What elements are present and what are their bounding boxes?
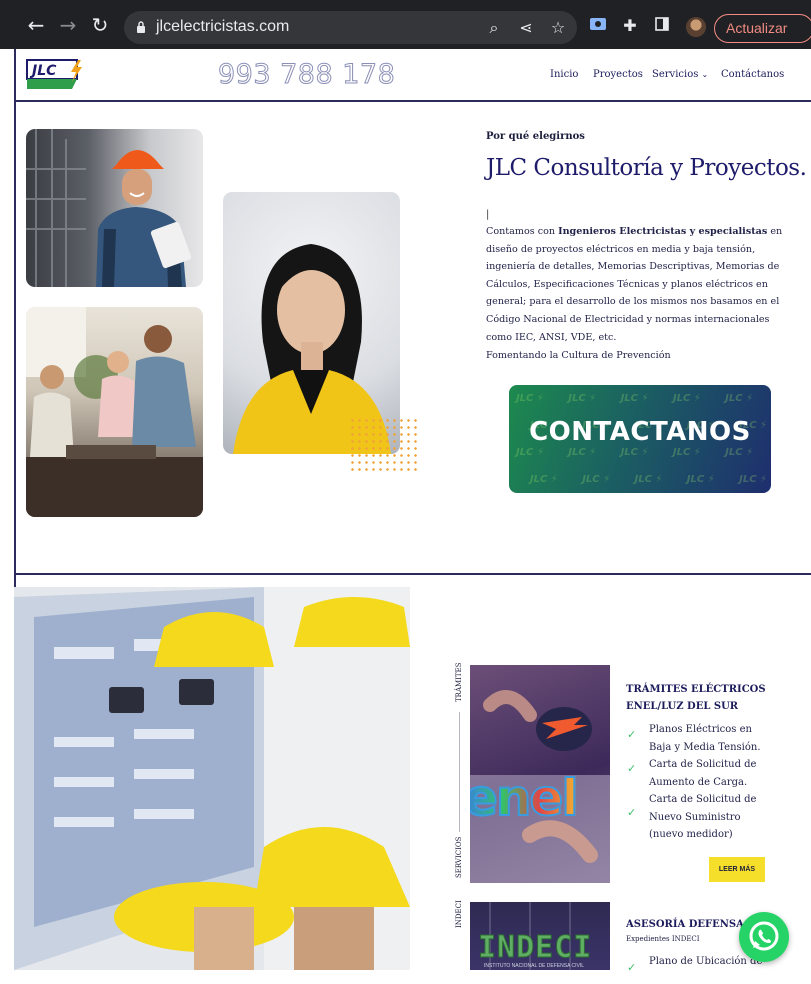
nav-item-contactanos[interactable]: Contáctanos (721, 69, 784, 80)
side-label-indeci: INDECI (455, 900, 463, 928)
text-cursor: | (486, 209, 490, 220)
update-browser-button[interactable]: Actualizar (714, 14, 811, 43)
url-text[interactable]: jlcelectricistas.com (156, 18, 289, 36)
share-icon[interactable]: ⋖ (516, 18, 536, 38)
profile-avatar[interactable] (686, 17, 706, 37)
site-header: JLC 993 788 178 Inicio Proyectos Servici… (14, 49, 811, 102)
whatsapp-icon (749, 921, 779, 951)
jlc-logo[interactable]: JLC (26, 58, 84, 91)
chevron-down-icon: ⌄ (701, 70, 709, 79)
service-title-line1: TRÁMITES ELÉCTRICOS (626, 684, 766, 695)
service-list-tramites: ✓ Planos Eléctricos en Baja y Media Tens… (626, 721, 761, 844)
forward-arrow-icon[interactable]: → (56, 13, 80, 37)
item-line: Baja y Media Tensión. (649, 741, 761, 753)
check-icon: ✓ (627, 806, 637, 819)
phone-number[interactable]: 993 788 178 (217, 59, 395, 91)
service-caption-indeci: Expedientes INDECI (626, 935, 700, 943)
intro-heading: JLC Consultoría y Proyectos. (486, 155, 807, 181)
indeci-brand-text: INDECI (477, 930, 593, 966)
item-line: Nuevo Suministro (649, 811, 741, 823)
screen-cast-icon[interactable] (588, 16, 608, 36)
item-line: Planos Eléctricos en (649, 724, 752, 735)
enel-brand-text: enel (470, 768, 580, 828)
indeci-brand-subtext: INSTITUTO NACIONAL DE DEFENSA CIVIL (484, 963, 585, 969)
check-icon: ✓ (627, 961, 637, 974)
section-eyebrow: Por qué elegirnos (486, 131, 585, 142)
lock-icon (137, 21, 145, 33)
extensions-puzzle-icon[interactable]: ✚ (620, 16, 640, 36)
read-more-button[interactable]: LEER MÁS (709, 857, 765, 882)
electrician-photo (26, 129, 203, 287)
nav-item-inicio[interactable]: Inicio (550, 69, 578, 80)
svg-text:JLC: JLC (29, 63, 57, 79)
nav-item-servicios-label: Servicios (652, 69, 699, 80)
nav-item-servicios[interactable]: Servicios ⌄ (652, 69, 708, 80)
team-meeting-photo (26, 307, 203, 517)
side-label-line (459, 712, 460, 832)
whatsapp-button[interactable] (739, 912, 789, 962)
intro-paragraph: Contamos con Ingenieros Electricistas y … (486, 223, 794, 346)
bookmark-star-icon[interactable]: ☆ (548, 18, 568, 38)
section-divider (14, 573, 811, 575)
indeci-service-image[interactable]: INDECI INSTITUTO NACIONAL DE DEFENSA CIV… (470, 902, 610, 970)
side-panel-icon[interactable] (652, 16, 672, 36)
check-icon: ✓ (627, 728, 637, 741)
contact-banner-label: CONTACTANOS (529, 417, 751, 447)
contact-banner-button[interactable]: JLC ⚡ JLC ⚡ JLC ⚡ JLC ⚡ JLC ⚡ JLC ⚡ JLC … (509, 385, 771, 493)
item-line: Carta de Solicitud de (649, 794, 757, 805)
nav-item-proyectos[interactable]: Proyectos (593, 69, 643, 80)
service-title-tramites: TRÁMITES ELÉCTRICOS ENEL/LUZ DEL SUR (626, 681, 766, 715)
decorative-dot-grid (349, 417, 421, 473)
enel-service-image[interactable]: enel (470, 665, 610, 883)
side-label-servicios: SERVICIOS (455, 836, 463, 878)
item-line: Carta de Solicitud de (649, 759, 757, 770)
service-title-line2: ENEL/LUZ DEL SUR (626, 701, 739, 712)
item-line: (nuevo medidor) (649, 829, 733, 840)
service-list-item: ✓ Carta de Solicitud de Nuevo Suministro… (626, 791, 761, 844)
engineer-woman-photo (223, 192, 400, 454)
browser-toolbar: ← → ↻ jlcelectricistas.com ⌕ ⋖ ☆ ✚ Actua… (0, 0, 811, 49)
back-arrow-icon[interactable]: ← (24, 13, 48, 37)
item-line: Aumento de Carga. (649, 776, 748, 788)
check-icon: ✓ (627, 762, 637, 775)
prevention-tagline: Fomentando la Cultura de Prevención (486, 350, 671, 361)
zoom-icon[interactable]: ⌕ (484, 18, 504, 38)
intro-paragraph-rest: en diseño de proyectos eléctricos en med… (486, 226, 783, 343)
reload-icon[interactable]: ↻ (88, 13, 112, 37)
service-list-item: ✓ Planos Eléctricos en Baja y Media Tens… (626, 721, 761, 756)
address-bar[interactable]: jlcelectricistas.com ⌕ ⋖ ☆ (124, 11, 577, 44)
service-list-item: ✓ Carta de Solicitud de Aumento de Carga… (626, 756, 761, 791)
intro-paragraph-prefix: Contamos con (486, 226, 559, 237)
intro-paragraph-bold: Ingenieros Electricistas y especialistas (558, 226, 768, 237)
side-label-tramites: TRÁMITES (455, 662, 463, 702)
engineers-panel-photo (14, 587, 410, 970)
